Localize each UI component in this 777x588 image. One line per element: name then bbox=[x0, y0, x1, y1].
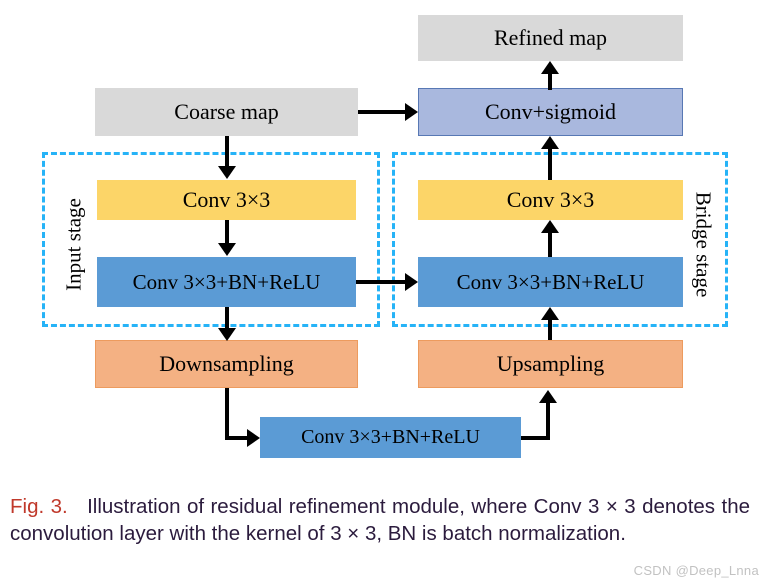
node-conv3x3-left-label: Conv 3×3 bbox=[182, 187, 271, 213]
node-conv-bn-relu-bottom-label: Conv 3×3+BN+ReLU bbox=[301, 426, 480, 448]
node-conv3x3-right-label: Conv 3×3 bbox=[506, 187, 595, 213]
arrowhead-right-convsigmoid bbox=[405, 103, 418, 121]
watermark-label: CSDN @Deep_Lnna bbox=[633, 563, 759, 578]
node-conv-bn-relu-right-label: Conv 3×3+BN+ReLU bbox=[456, 269, 645, 294]
node-downsampling: Downsampling bbox=[95, 340, 358, 388]
edge-upsampling-to-convbnreluright bbox=[548, 320, 552, 340]
node-conv3x3-right: Conv 3×3 bbox=[418, 180, 683, 220]
arrowhead-up-convbnreluright bbox=[541, 307, 559, 320]
arrowhead-right-convbnreluright bbox=[405, 273, 418, 291]
node-upsampling: Upsampling bbox=[418, 340, 683, 388]
node-upsampling-label: Upsampling bbox=[496, 351, 605, 377]
edge-convbnrelubottom-up-segment bbox=[546, 403, 550, 439]
node-conv-bn-relu-bottom: Conv 3×3+BN+ReLU bbox=[260, 417, 521, 458]
edge-convbnreluleft-to-downsampling bbox=[225, 307, 229, 329]
arrowhead-up-refinedmap bbox=[541, 61, 559, 74]
arrowhead-up-conv3x3right bbox=[541, 220, 559, 233]
edge-convsigmoid-to-refinedmap bbox=[548, 74, 552, 90]
figure-caption: Fig. 3. Illustration of residual refinem… bbox=[10, 493, 750, 548]
node-conv3x3-left: Conv 3×3 bbox=[97, 180, 356, 220]
arrowhead-down-downsampling bbox=[218, 328, 236, 341]
node-refined-map-label: Refined map bbox=[493, 25, 608, 51]
figure-number: Fig. 3. bbox=[10, 495, 68, 518]
figure-caption-text: Illustration of residual refinement modu… bbox=[10, 495, 750, 546]
stage-bridge-label: Bridge stage bbox=[691, 191, 716, 298]
node-conv-bn-relu-left: Conv 3×3+BN+ReLU bbox=[97, 257, 356, 307]
figure-canvas: Refined map Coarse map Conv+sigmoid Inpu… bbox=[0, 0, 777, 588]
node-coarse-map: Coarse map bbox=[95, 88, 358, 136]
edge-coarsemap-to-conv3x3left bbox=[225, 136, 229, 167]
arrowhead-up-convsigmoid bbox=[541, 136, 559, 149]
edge-conv3x3left-to-convbnreluleft bbox=[225, 220, 229, 244]
edge-convbnreluleft-to-convbnreluright bbox=[356, 280, 406, 284]
node-conv-bn-relu-left-label: Conv 3×3+BN+ReLU bbox=[132, 269, 321, 294]
node-downsampling-label: Downsampling bbox=[159, 351, 294, 377]
edge-downsampling-down-segment bbox=[225, 388, 229, 440]
node-coarse-map-label: Coarse map bbox=[174, 99, 279, 125]
edge-coarsemap-to-convsigmoid bbox=[358, 110, 406, 114]
node-conv-sigmoid-label: Conv+sigmoid bbox=[485, 99, 616, 125]
edge-conv3x3right-to-convsigmoid bbox=[548, 149, 552, 180]
stage-input-label: Input stage bbox=[61, 198, 86, 291]
arrowhead-down-conv3x3left bbox=[218, 166, 236, 179]
node-conv-sigmoid: Conv+sigmoid bbox=[418, 88, 683, 136]
arrowhead-right-convbnrelubottom bbox=[247, 429, 260, 447]
node-conv-bn-relu-right: Conv 3×3+BN+ReLU bbox=[418, 257, 683, 307]
node-refined-map: Refined map bbox=[418, 15, 683, 61]
arrowhead-up-upsampling bbox=[539, 390, 557, 403]
edge-convbnreluright-to-conv3x3right bbox=[548, 233, 552, 257]
arrowhead-down-convbnreluleft bbox=[218, 243, 236, 256]
